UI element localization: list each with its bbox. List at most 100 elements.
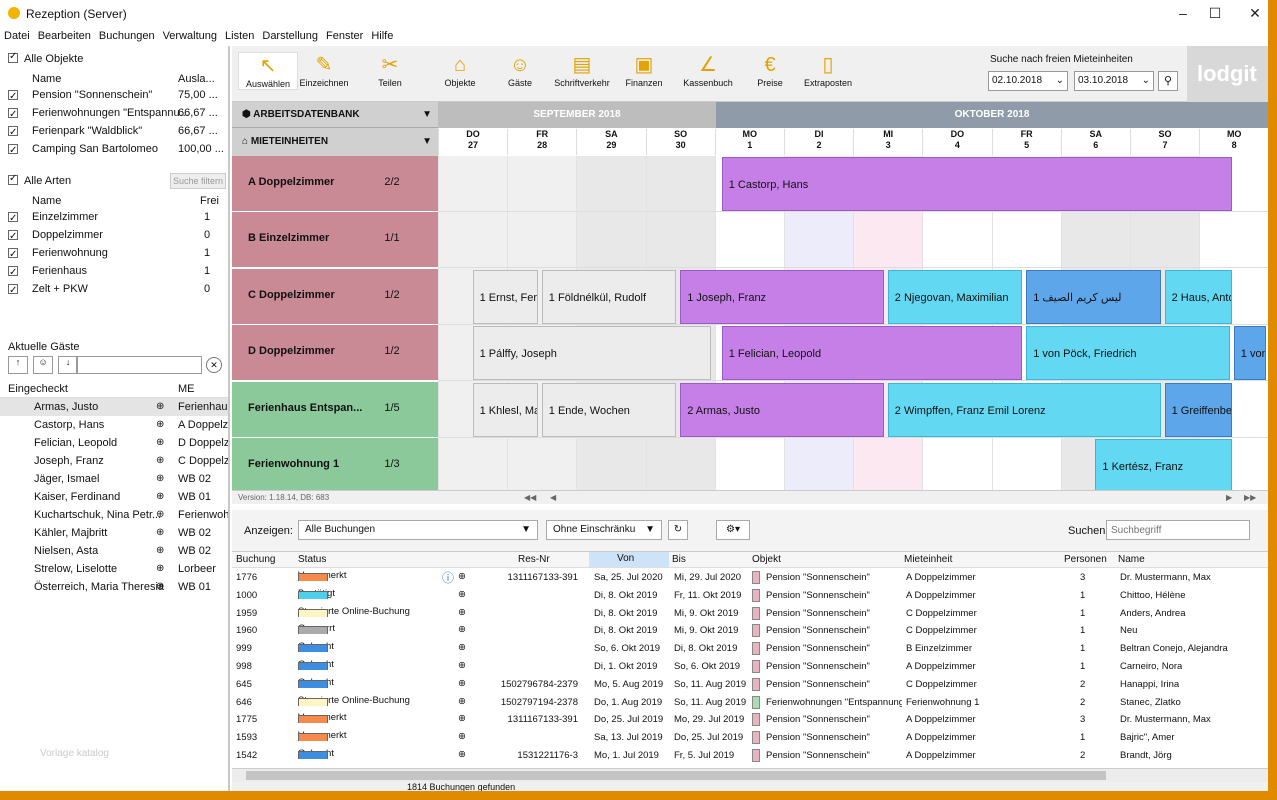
menu-item[interactable]: Fenster <box>322 26 367 42</box>
menu-item[interactable]: Darstellung <box>258 26 322 42</box>
checkbox-icon[interactable] <box>8 88 18 104</box>
booking-bar[interactable]: 1 ليس كريم الصيف <box>1026 269 1161 324</box>
column-header[interactable]: Personen <box>1064 554 1107 565</box>
booking-bar[interactable]: 1 Ende, Wochen <box>541 382 677 437</box>
table-row[interactable]: 1775 Vorgemerkt ⊕ 1311167133-391 Do, 25. Jul… <box>232 711 1268 729</box>
toolbar-button[interactable]: ↖ Auswählen <box>238 52 298 90</box>
checkbox-icon[interactable] <box>8 282 18 298</box>
arrow-circle-icon[interactable]: ⊕ <box>458 589 466 600</box>
arrow-circle-icon[interactable]: ⊕ <box>458 660 466 671</box>
arrow-circle-icon[interactable]: ⊕ <box>156 488 164 506</box>
arrow-circle-icon[interactable]: ⊕ <box>156 542 164 560</box>
table-row[interactable]: Nielsen, Asta ⊕ WB 02 <box>0 542 228 560</box>
units-selector[interactable]: ⌂ MIETEINHEITEN ▼ <box>232 128 438 156</box>
refresh-icon[interactable]: ↻ <box>668 520 688 540</box>
unit-row[interactable]: Ferienwohnung 1 1/3 <box>232 438 438 494</box>
toolbar-button[interactable]: ⌂ Objekte <box>430 52 490 88</box>
booking-bar[interactable]: 2 Haus, Anton <box>1164 269 1232 324</box>
checkbox-icon[interactable] <box>8 246 18 262</box>
arrow-circle-icon[interactable]: ⊕ <box>458 624 466 635</box>
search-icon[interactable]: ⚲ <box>1158 71 1178 91</box>
menu-item[interactable]: Buchungen <box>95 26 159 42</box>
table-row[interactable]: 1000 Bestätigt ⊕ Di, 8. Okt 2019 Fr, 11. Okt… <box>232 587 1268 605</box>
list-item[interactable]: Pension "Sonnenschein" 75,00 ... <box>0 86 228 104</box>
booking-bar[interactable]: 1 Kertész, Franz <box>1095 439 1232 493</box>
date-to-field[interactable]: 03.10.2018 ⌄ <box>1074 71 1154 91</box>
table-row[interactable]: Jäger, Ismael ⊕ WB 02 <box>0 470 228 488</box>
toolbar-button[interactable]: ∠ Kassenbuch <box>678 52 738 88</box>
arrow-circle-icon[interactable]: ⊕ <box>156 434 164 452</box>
gear-icon[interactable]: ⚙▾ <box>716 520 750 540</box>
menu-item[interactable]: Bearbeiten <box>34 26 95 42</box>
checkbox-icon[interactable] <box>8 124 18 140</box>
types-header[interactable]: Alle Arten Suche filtern <box>0 172 228 190</box>
checkbox-icon[interactable] <box>8 173 18 185</box>
booking-bar[interactable]: 1 Felician, Leopold <box>721 326 1023 381</box>
table-row[interactable]: Kuchartschuk, Nina Petr...⊕ Ferienwohn <box>0 506 228 524</box>
table-row[interactable]: 1593 Vorgemerkt ⊕ Sa, 13. Jul 2019 Do, 25. J… <box>232 729 1268 747</box>
unit-row[interactable]: C Doppelzimmer 1/2 <box>232 268 438 325</box>
table-row[interactable]: 1776 Vorgemerkt ⓘ ⊕ 1311167133-391 Sa, 25. Ju… <box>232 569 1268 587</box>
search-input[interactable] <box>1106 520 1250 540</box>
booking-bar[interactable]: 1 Joseph, Franz <box>680 269 884 324</box>
booking-bar[interactable]: 2 Wimpffen, Franz Emil Lorenz <box>887 382 1161 437</box>
booking-bar[interactable]: 1 Pálffy, Joseph <box>472 326 711 381</box>
arrow-circle-icon[interactable]: ⊕ <box>156 452 164 470</box>
menu-item[interactable]: Listen <box>221 26 258 42</box>
guest-search-input[interactable] <box>76 356 202 374</box>
horizontal-scrollbar[interactable] <box>232 768 1268 782</box>
table-row[interactable]: Armas, Justo ⊕ Ferienhaus <box>0 398 228 416</box>
table-row[interactable]: Joseph, Franz ⊕ C Doppelzim <box>0 452 228 470</box>
column-header[interactable]: Mieteinheit <box>904 554 952 565</box>
arrow-circle-icon[interactable]: ⊕ <box>156 524 164 542</box>
list-item[interactable]: Ferienhaus 1 <box>0 262 228 280</box>
booking-bar[interactable]: 1 von ... <box>1233 326 1267 381</box>
arrow-circle-icon[interactable]: ⊕ <box>458 607 466 618</box>
list-item[interactable]: Zelt + PKW 0 <box>0 280 228 298</box>
menu-item[interactable]: Verwaltung <box>159 26 221 42</box>
maximize-icon[interactable]: ☐ <box>1200 2 1230 24</box>
table-row[interactable]: 998 Gebucht ⊕ Di, 1. Okt 2019 So, 6. Okt 201… <box>232 658 1268 676</box>
checkbox-icon[interactable] <box>8 142 18 158</box>
nav-first-icon[interactable]: ◀◀ <box>524 491 536 505</box>
table-row[interactable]: 1542 Gebucht ⊕ 1531221176-3 Mo, 1. Jul 2019 F… <box>232 747 1268 765</box>
booking-bar[interactable]: 1 Ernst, Ferdinand <box>472 269 538 324</box>
column-header[interactable]: Name <box>1118 554 1145 565</box>
booking-bar[interactable]: 1 von Pöck, Friedrich <box>1026 326 1230 381</box>
toolbar-button[interactable]: ▯ Extraposten <box>798 52 858 88</box>
toolbar-button[interactable]: ✎ Einzeichnen <box>294 52 354 88</box>
list-item[interactable]: Ferienpark "Waldblick" 66,67 ... <box>0 122 228 140</box>
booking-bar[interactable]: 1 Castorp, Hans <box>721 157 1232 211</box>
objects-header[interactable]: Alle Objekte <box>0 50 228 68</box>
arrow-circle-icon[interactable]: ⊕ <box>156 398 164 416</box>
nav-last-icon[interactable]: ▶▶ <box>1244 491 1256 505</box>
table-row[interactable]: Österreich, Maria Theresia ⊕ WB 01 <box>0 578 228 596</box>
arrow-circle-icon[interactable]: ⊕ <box>458 696 466 707</box>
list-item[interactable]: Camping San Bartolomeo 100,00 ... <box>0 140 228 158</box>
unit-row[interactable]: A Doppelzimmer 2/2 <box>232 156 438 212</box>
arrow-circle-icon[interactable]: ⊕ <box>458 749 466 760</box>
restrict-select[interactable]: Ohne Einschränku ▼ <box>546 520 662 540</box>
toolbar-button[interactable]: ▣ Finanzen <box>614 52 674 88</box>
list-item[interactable]: Doppelzimmer 0 <box>0 226 228 244</box>
table-row[interactable]: Felician, Leopold ⊕ D Doppelzim <box>0 434 228 452</box>
column-header[interactable]: Bis <box>672 554 686 565</box>
list-item[interactable]: Einzelzimmer 1 <box>0 208 228 226</box>
nav-prev-icon[interactable]: ◀ <box>550 491 556 505</box>
column-header[interactable]: Objekt <box>752 554 781 565</box>
list-item[interactable]: Ferienwohnung 1 <box>0 244 228 262</box>
booking-bar[interactable]: 2 Armas, Justo <box>680 382 884 437</box>
checkin-icon[interactable]: ↑ <box>8 356 28 374</box>
table-row[interactable]: 645 Gebucht ⊕ 1502796784-2379 Mo, 5. Aug 201… <box>232 676 1268 694</box>
column-header[interactable]: Status <box>298 554 326 565</box>
booking-bar[interactable]: 1 Greiffenberg, Carl <box>1164 382 1232 437</box>
table-row[interactable]: Castorp, Hans ⊕ A Doppelzim <box>0 416 228 434</box>
arrow-circle-icon[interactable]: ⊕ <box>458 713 466 724</box>
toolbar-button[interactable]: ☺ Gäste <box>490 52 550 88</box>
checkbox-icon[interactable] <box>8 51 18 63</box>
arrow-circle-icon[interactable]: ⊕ <box>156 506 164 524</box>
guest-icon[interactable]: ☺ <box>33 356 54 374</box>
booking-bar[interactable]: 1 Khlesl, Max <box>472 382 538 437</box>
table-row[interactable]: 1960 Gesperrt ⊕ Di, 8. Okt 2019 Mi, 9. Okt 2… <box>232 622 1268 640</box>
list-item[interactable]: Ferienwohnungen "Entspannu...66,67 ... <box>0 104 228 122</box>
